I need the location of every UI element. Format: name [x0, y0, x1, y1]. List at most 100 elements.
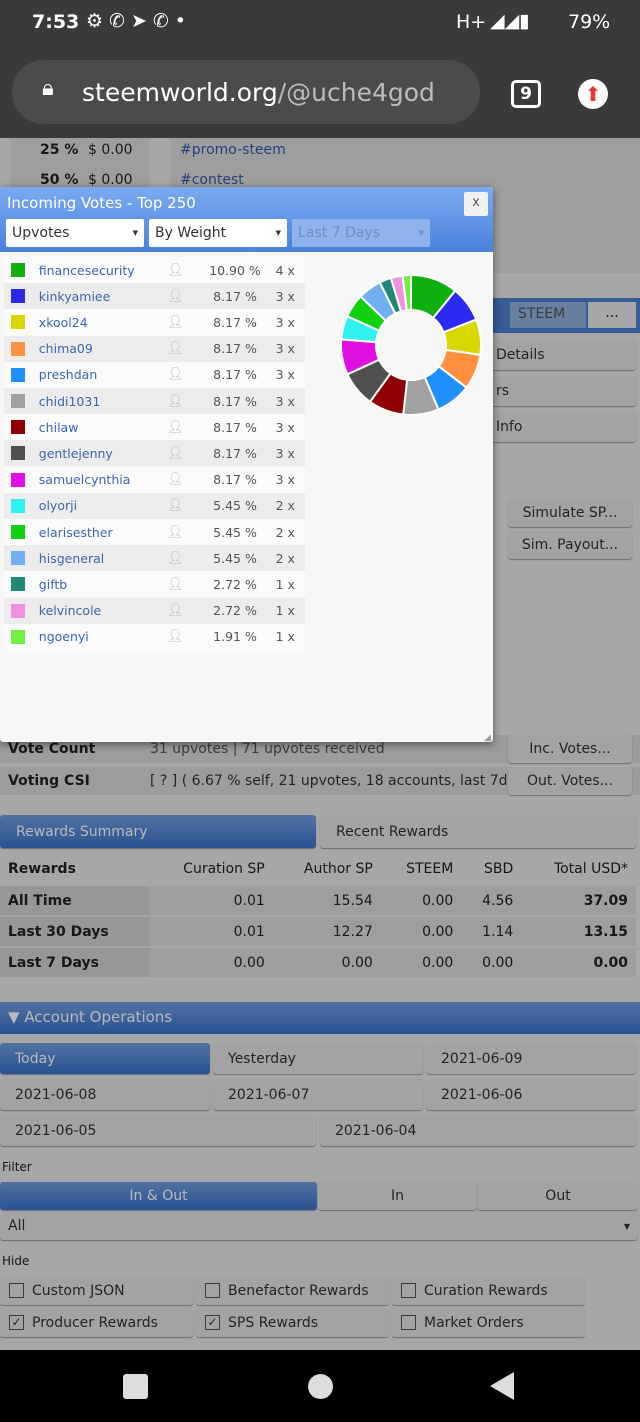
voter-link[interactable]: xkool24: [39, 315, 167, 330]
color-swatch: [11, 341, 25, 356]
select-value: Last 7 Days: [298, 225, 380, 241]
user-icon[interactable]: 👤︎: [167, 394, 204, 409]
vote-count: 2 x: [275, 498, 295, 514]
voter-row: xkool24 👤︎ 8.17 % 3 x: [4, 309, 305, 336]
lock-icon: 🔒︎: [42, 76, 54, 101]
vote-count: 3 x: [275, 393, 295, 409]
color-swatch: [11, 394, 25, 408]
voter-row: kinkyamiee 👤︎ 8.17 % 3 x: [4, 283, 305, 310]
voter-link[interactable]: elarisesther: [39, 525, 167, 540]
voter-link[interactable]: samuelcynthia: [39, 472, 167, 487]
user-icon[interactable]: 👤︎: [167, 472, 204, 487]
color-swatch: [11, 472, 25, 487]
select-value: By Weight: [155, 225, 227, 241]
user-icon[interactable]: 👤︎: [167, 289, 204, 304]
voter-row: giftb 👤︎ 2.72 % 1 x: [4, 571, 305, 598]
vote-count: 3 x: [275, 314, 295, 330]
close-button[interactable]: x: [464, 192, 488, 216]
user-icon[interactable]: 👤︎: [167, 603, 204, 618]
vote-weight: 8.17 %: [213, 314, 257, 330]
dialog-title: Incoming Votes - Top 250: [7, 194, 196, 212]
recents-button[interactable]: [123, 1374, 148, 1399]
voter-row: chidi1031 👤︎ 8.17 % 3 x: [4, 388, 305, 414]
resize-handle-icon[interactable]: ◢: [484, 733, 491, 743]
color-swatch: [11, 629, 25, 644]
select-value: Upvotes: [12, 225, 70, 241]
voter-link[interactable]: olyorji: [39, 498, 167, 513]
user-icon[interactable]: 👤︎: [167, 498, 204, 513]
vote-weight: 8.17 %: [213, 393, 257, 409]
user-icon[interactable]: 👤︎: [167, 263, 204, 278]
vote-count: 3 x: [275, 288, 295, 304]
voter-link[interactable]: chidi1031: [39, 394, 167, 409]
android-nav-bar: [0, 1350, 640, 1422]
vote-weight: 2.72 %: [213, 603, 257, 619]
color-swatch: [11, 498, 25, 513]
voter-link[interactable]: gentlejenny: [39, 446, 167, 461]
battery-level: 79%: [568, 11, 611, 33]
voter-link[interactable]: chima09: [39, 341, 167, 356]
vote-share-donut-chart: [340, 273, 482, 416]
voter-link[interactable]: kelvincole: [39, 603, 167, 618]
tab-switcher-button[interactable]: 9: [511, 80, 541, 108]
incoming-votes-dialog: Incoming Votes - Top 250 x Upvotes ▼ By W…: [0, 187, 493, 743]
user-icon[interactable]: 👤︎: [167, 341, 204, 356]
vote-count: 3 x: [275, 419, 295, 435]
sort-select[interactable]: By Weight ▼: [149, 219, 287, 247]
dropdown-arrow-icon: ▼: [275, 229, 281, 237]
vote-type-select[interactable]: Upvotes ▼: [6, 219, 144, 247]
user-icon[interactable]: 👤︎: [167, 577, 204, 592]
color-swatch: [11, 263, 25, 277]
color-swatch: [11, 446, 25, 461]
voter-link[interactable]: financesecurity: [39, 263, 167, 278]
browser-toolbar: 🔒︎ steemworld.org/@uche4god 9 ⬆: [0, 45, 640, 138]
voter-link[interactable]: chilaw: [39, 420, 167, 435]
voter-link[interactable]: hisgeneral: [39, 551, 167, 566]
notification-icons: ⚙✆➤✆•: [86, 10, 192, 32]
voter-row: financesecurity 👤︎ 10.90 % 4 x: [4, 257, 305, 283]
voter-row: preshdan 👤︎ 8.17 % 3 x: [4, 361, 305, 388]
color-swatch: [11, 577, 25, 592]
voter-link[interactable]: giftb: [39, 577, 167, 592]
color-swatch: [11, 315, 25, 330]
user-icon[interactable]: 👤︎: [167, 315, 204, 330]
voter-link[interactable]: ngoenyi: [39, 629, 167, 644]
vote-count: 3 x: [275, 341, 295, 357]
voter-row: kelvincole 👤︎ 2.72 % 1 x: [4, 597, 305, 624]
home-button[interactable]: [308, 1374, 333, 1399]
voter-row: olyorji 👤︎ 5.45 % 2 x: [4, 492, 305, 519]
color-swatch: [11, 420, 25, 435]
vote-weight: 8.17 %: [213, 472, 257, 488]
color-swatch: [11, 525, 25, 539]
vote-count: 1 x: [275, 603, 295, 619]
voter-link[interactable]: kinkyamiee: [39, 289, 167, 304]
color-swatch: [11, 551, 25, 566]
dropdown-arrow-icon: ▼: [132, 229, 138, 237]
user-icon[interactable]: 👤︎: [167, 446, 204, 461]
signal-icon: ◢◢▮: [490, 10, 530, 32]
url-domain: steemworld.org: [82, 77, 278, 107]
user-icon[interactable]: 👤︎: [167, 367, 204, 382]
dropdown-arrow-icon: ▼: [418, 229, 424, 237]
user-icon[interactable]: 👤︎: [167, 551, 204, 566]
voter-row: gentlejenny 👤︎ 8.17 % 3 x: [4, 440, 305, 467]
vote-count: 4 x: [275, 262, 295, 278]
address-bar[interactable]: 🔒︎ steemworld.org/@uche4god: [12, 60, 480, 124]
status-bar: 7:53 ⚙✆➤✆• H+ ◢◢▮ 79%: [0, 0, 640, 45]
user-icon[interactable]: 👤︎: [167, 420, 204, 435]
user-icon[interactable]: 👤︎: [167, 525, 204, 540]
update-icon[interactable]: ⬆: [578, 79, 608, 109]
back-button[interactable]: [490, 1372, 514, 1400]
vote-weight: 5.45 %: [213, 550, 257, 566]
color-swatch: [11, 603, 25, 618]
vote-weight: 8.17 %: [213, 367, 257, 383]
color-swatch: [11, 289, 25, 304]
vote-count: 3 x: [275, 472, 295, 488]
voter-row: chilaw 👤︎ 8.17 % 3 x: [4, 414, 305, 441]
vote-weight: 8.17 %: [213, 288, 257, 304]
voter-link[interactable]: preshdan: [39, 367, 167, 382]
clock: 7:53: [32, 11, 80, 33]
voter-row: chima09 👤︎ 8.17 % 3 x: [4, 335, 305, 362]
voter-row: elarisesther 👤︎ 5.45 % 2 x: [4, 519, 305, 545]
user-icon[interactable]: 👤︎: [167, 629, 204, 644]
